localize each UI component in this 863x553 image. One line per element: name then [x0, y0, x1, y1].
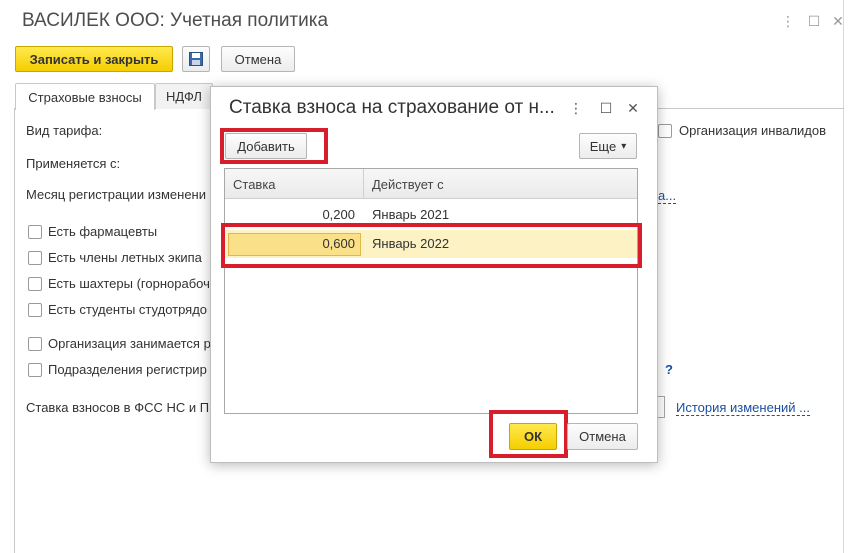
checkbox-label: Подразделения регистрир — [48, 362, 207, 377]
table-header: Ставка Действует с — [225, 169, 637, 199]
window-title: ВАСИЛЕК ООО: Учетная политика — [22, 10, 329, 31]
more-button[interactable]: Еще ▾ — [579, 133, 637, 159]
chevron-down-icon: ▾ — [621, 140, 627, 152]
checkbox-label: Есть шахтеры (горнорабоч — [48, 276, 210, 291]
dialog-cancel-button[interactable]: Отмена — [567, 423, 638, 450]
column-header-from[interactable]: Действует с — [364, 169, 637, 199]
checkbox-label: Есть фармацевты — [48, 224, 158, 239]
checkbox-label: Есть члены летных экипа — [48, 250, 202, 265]
ok-button-highlight — [489, 410, 568, 458]
checkbox-org-activity[interactable] — [28, 337, 42, 351]
tab-ndfl[interactable]: НДФЛ — [155, 83, 213, 109]
checkbox-students[interactable] — [28, 303, 42, 317]
checkbox-miners[interactable] — [28, 277, 42, 291]
tariff-label: Вид тарифа: — [26, 123, 103, 138]
checkbox-label: Организация занимается р — [48, 336, 211, 351]
applies-from-label: Применяется с: — [26, 156, 121, 171]
more-label: Еще — [589, 138, 617, 154]
table-row[interactable] — [225, 282, 637, 310]
save-and-close-button[interactable]: Записать и закрыть — [15, 46, 173, 72]
floppy-disk-icon — [189, 52, 203, 66]
window-maximize-icon[interactable]: ☐ — [806, 13, 822, 30]
checkbox-pharmacists[interactable] — [28, 225, 42, 239]
content-border — [14, 108, 15, 553]
selected-row-highlight — [221, 223, 642, 268]
add-button-highlight — [220, 128, 328, 164]
save-button[interactable] — [182, 46, 210, 72]
checkbox-label: Есть студенты студотрядо — [48, 302, 208, 317]
tab-insurance[interactable]: Страховые взносы — [15, 83, 155, 110]
rate-dialog: Ставка взноса на страхование от н... ⋮ ☐… — [210, 86, 658, 463]
fss-rate-label: Ставка взносов в ФСС НС и П — [26, 400, 210, 415]
dialog-menu-icon[interactable]: ⋮ — [569, 100, 583, 117]
reg-month-label: Месяц регистрации изменени — [26, 187, 207, 202]
dialog-maximize-icon[interactable]: ☐ — [598, 100, 614, 117]
history-link[interactable]: История изменений ... — [676, 400, 810, 416]
disabled-org-label: Организация инвалидов — [679, 123, 827, 138]
disabled-org-checkbox[interactable] — [658, 124, 672, 138]
history-link-partial[interactable]: а... — [658, 188, 677, 204]
from-cell: Январь 2021 — [372, 207, 450, 222]
cancel-button[interactable]: Отмена — [221, 46, 295, 72]
checkbox-flight-crew[interactable] — [28, 251, 42, 265]
window-menu-icon[interactable]: ⋮ — [780, 13, 796, 30]
rate-cell: 0,200 — [322, 207, 355, 222]
checkbox-subdivisions[interactable] — [28, 363, 42, 377]
help-icon[interactable]: ? — [665, 362, 673, 377]
dialog-title: Ставка взноса на страхование от н... — [229, 97, 555, 118]
window-close-icon[interactable]: ✕ — [830, 13, 846, 30]
column-header-rate[interactable]: Ставка — [225, 169, 363, 199]
dialog-close-icon[interactable]: ✕ — [625, 100, 641, 117]
rates-table[interactable]: Ставка Действует с 0,200 Январь 2021 0,6… — [224, 168, 638, 414]
